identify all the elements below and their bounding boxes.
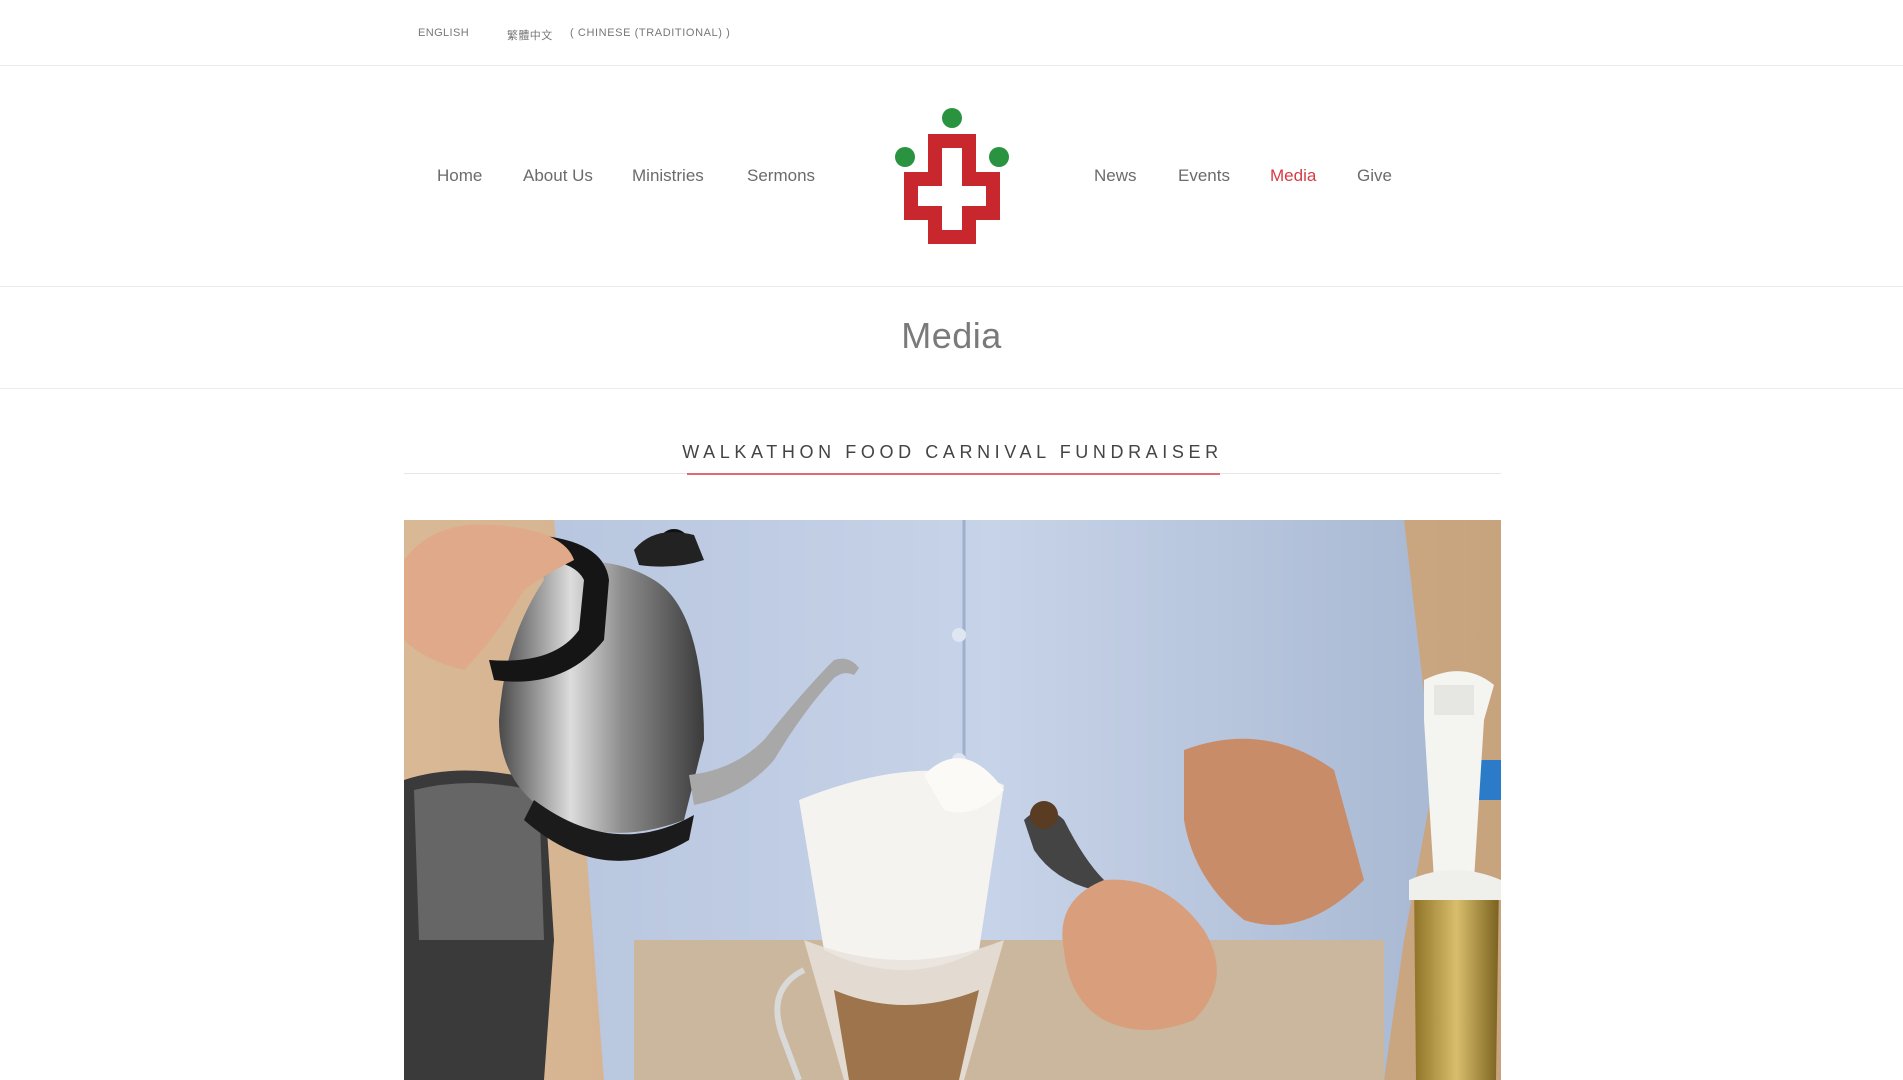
nav-events[interactable]: Events bbox=[1178, 166, 1230, 186]
cross-logo-icon bbox=[895, 108, 1009, 244]
page-title: Media bbox=[901, 315, 1002, 356]
site-header: Home About Us Ministries Sermons News Ev… bbox=[0, 66, 1903, 287]
nav-home[interactable]: Home bbox=[437, 166, 482, 186]
nav-about-us[interactable]: About Us bbox=[523, 166, 593, 186]
page-title-band: Media bbox=[0, 287, 1903, 389]
post-featured-image[interactable] bbox=[404, 520, 1501, 1080]
nav-sermons[interactable]: Sermons bbox=[747, 166, 815, 186]
language-chinese-note: ( CHINESE (TRADITIONAL) ) bbox=[570, 27, 731, 39]
church-logo[interactable] bbox=[892, 108, 1012, 248]
post-heading: WALKATHON FOOD CARNIVAL FUNDRAISER bbox=[404, 438, 1501, 475]
post-title[interactable]: WALKATHON FOOD CARNIVAL FUNDRAISER bbox=[404, 442, 1501, 463]
language-english-link[interactable]: ENGLISH bbox=[418, 27, 469, 39]
nav-news[interactable]: News bbox=[1094, 166, 1137, 186]
nav-ministries[interactable]: Ministries bbox=[632, 166, 704, 186]
language-chinese-link[interactable]: 繁體中文 bbox=[507, 27, 553, 43]
coffee-pour-over-photo bbox=[404, 520, 1501, 1080]
language-bar: ENGLISH 繁體中文 ( CHINESE (TRADITIONAL) ) bbox=[0, 0, 1903, 66]
nav-give[interactable]: Give bbox=[1357, 166, 1392, 186]
post-title-underline bbox=[687, 473, 1220, 475]
nav-media[interactable]: Media bbox=[1270, 166, 1316, 186]
